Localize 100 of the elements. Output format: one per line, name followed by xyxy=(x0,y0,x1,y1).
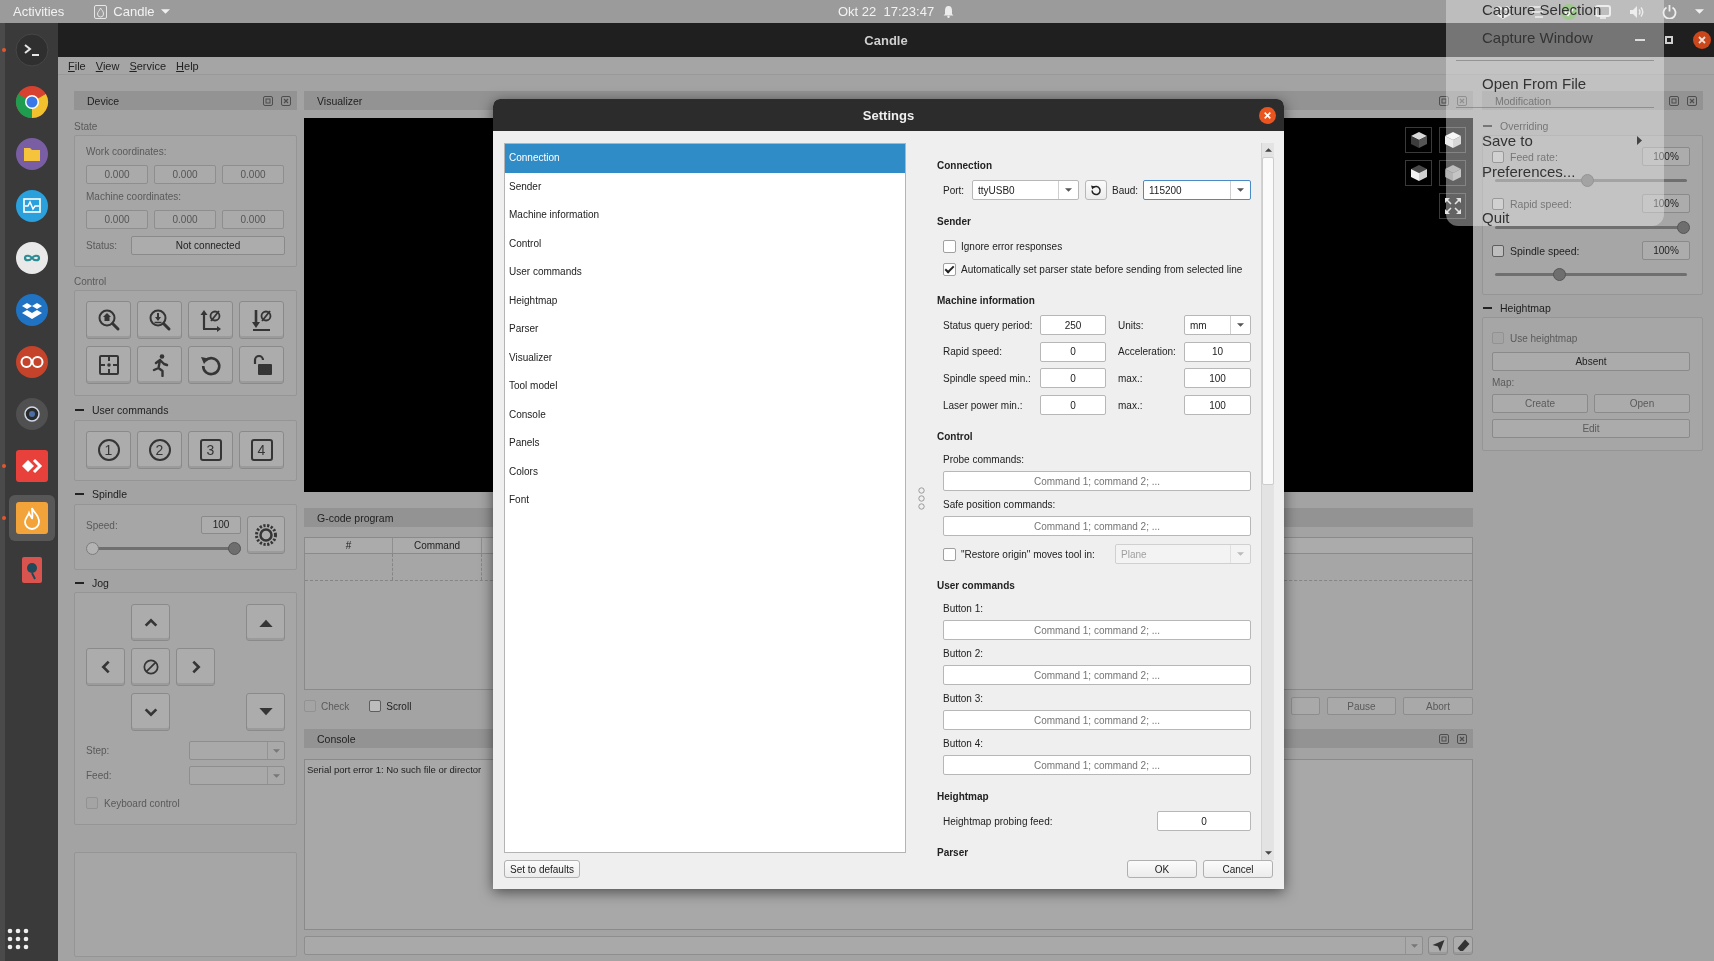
settings-list-item[interactable]: Font xyxy=(505,486,905,515)
command-input[interactable]: Command 1; command 2; ... xyxy=(943,620,1251,641)
float-icon[interactable] xyxy=(1669,95,1679,106)
command-input[interactable]: Command 1; command 2; ... xyxy=(943,516,1251,537)
checkbox[interactable] xyxy=(1492,197,1504,210)
refresh-button[interactable] xyxy=(1085,180,1107,200)
menu-item[interactable]: View xyxy=(95,59,120,72)
checkbox[interactable] xyxy=(1492,244,1504,257)
float-icon[interactable] xyxy=(263,95,273,106)
command-input[interactable]: Command 1; command 2; ... xyxy=(943,665,1251,686)
menu-item[interactable]: Preferences... xyxy=(1482,164,1576,179)
menu-item[interactable]: Help xyxy=(176,59,199,72)
settings-list-item[interactable]: Console xyxy=(505,400,905,429)
tool-button[interactable] xyxy=(137,301,182,339)
settings-list-item[interactable]: Sender xyxy=(505,172,905,201)
tool-button[interactable] xyxy=(188,301,233,339)
settings-list-item[interactable]: Control xyxy=(505,229,905,258)
user-command-button[interactable]: 1 xyxy=(86,431,131,469)
menu-item[interactable]: Save to xyxy=(1482,133,1533,148)
heightmap-status-button[interactable]: Absent xyxy=(1492,352,1690,371)
menu-item[interactable]: Service xyxy=(129,59,167,72)
stop-button[interactable] xyxy=(131,648,170,686)
scroll-down-icon[interactable] xyxy=(1264,851,1272,856)
number-field[interactable]: 0 xyxy=(1040,395,1106,416)
user-command-button[interactable]: 3 xyxy=(188,431,233,469)
scroll-up-icon[interactable] xyxy=(1264,148,1272,152)
tool-button[interactable] xyxy=(86,301,131,339)
menu-item[interactable]: Capture Selection xyxy=(1482,2,1602,17)
dialog-button[interactable]: OK xyxy=(1127,860,1197,878)
scrollbar-thumb[interactable] xyxy=(1262,157,1274,485)
clear-button[interactable] xyxy=(1453,936,1473,955)
tool-button[interactable] xyxy=(137,346,182,384)
jog-button[interactable] xyxy=(131,693,170,731)
view-button[interactable] xyxy=(1439,127,1466,153)
close-icon[interactable] xyxy=(1259,106,1276,124)
number-field[interactable]: 10 xyxy=(1184,341,1251,362)
dialog-button[interactable]: Cancel xyxy=(1203,860,1273,878)
command-input[interactable]: Command 1; command 2; ... xyxy=(943,471,1251,492)
port-combo[interactable]: 115200 xyxy=(1143,180,1251,200)
settings-list-item[interactable]: Colors xyxy=(505,457,905,486)
command-input[interactable] xyxy=(304,936,1423,955)
float-icon[interactable] xyxy=(1439,95,1449,106)
settings-list-item[interactable]: Connection xyxy=(505,144,905,173)
settings-list-item[interactable]: Panels xyxy=(505,429,905,458)
scrollbar[interactable] xyxy=(1261,143,1274,861)
slider-thumb[interactable] xyxy=(1677,221,1690,234)
number-field[interactable]: 250 xyxy=(1040,315,1106,335)
user-command-button[interactable]: 4 xyxy=(239,431,284,469)
settings-list-item[interactable]: Visualizer xyxy=(505,343,905,372)
fit-view-button[interactable] xyxy=(1439,193,1466,219)
jog-button[interactable] xyxy=(246,604,285,641)
jog-button[interactable] xyxy=(176,648,215,686)
slider-thumb[interactable] xyxy=(1580,174,1594,187)
command-input[interactable]: Command 1; command 2; ... xyxy=(943,710,1251,731)
checkbox[interactable] xyxy=(943,239,956,253)
spindle-button[interactable] xyxy=(247,516,285,554)
units-combo[interactable]: mm xyxy=(1184,315,1251,335)
column-header[interactable]: # xyxy=(305,538,393,553)
menu-item[interactable]: Open From File xyxy=(1482,75,1587,91)
settings-list-item[interactable]: Parser xyxy=(505,315,905,344)
user-command-button[interactable]: 2 xyxy=(137,431,182,469)
slider-thumb[interactable] xyxy=(1553,268,1567,281)
app-grid-icon[interactable] xyxy=(7,928,29,950)
defaults-button[interactable]: Set to defaults xyxy=(504,860,580,878)
settings-list-item[interactable]: User commands xyxy=(505,258,905,287)
slider-thumb[interactable] xyxy=(228,542,241,555)
number-field[interactable]: 0 xyxy=(1040,368,1106,389)
view-button[interactable] xyxy=(1405,160,1432,186)
tool-button[interactable] xyxy=(239,346,284,384)
number-field[interactable]: 100 xyxy=(1184,395,1251,416)
jog-button[interactable] xyxy=(131,604,170,641)
settings-list-item[interactable]: Tool model xyxy=(505,372,905,401)
menu-item[interactable]: File xyxy=(68,59,86,72)
settings-list-item[interactable]: Heightmap xyxy=(505,286,905,315)
caret-icon[interactable] xyxy=(1695,9,1704,14)
number-field[interactable]: 0 xyxy=(1157,811,1251,832)
dock-app-button[interactable] xyxy=(9,495,55,541)
checkbox[interactable] xyxy=(369,700,382,712)
box-tray-icon[interactable] xyxy=(1495,4,1511,19)
jog-button[interactable] xyxy=(246,693,285,731)
slider-track[interactable] xyxy=(86,542,241,555)
port-combo[interactable]: ttyUSB0 xyxy=(972,180,1079,200)
splitter-handle-icon[interactable] xyxy=(918,486,925,510)
menu-item[interactable]: Quit xyxy=(1482,210,1510,225)
column-header[interactable]: Command xyxy=(393,538,482,553)
jog-button[interactable] xyxy=(86,648,125,686)
view-button[interactable] xyxy=(1405,127,1432,153)
tool-button[interactable] xyxy=(86,346,131,384)
float-icon[interactable] xyxy=(1439,733,1449,744)
speed-field[interactable]: 100 xyxy=(201,516,241,534)
slider-thumb[interactable] xyxy=(86,542,99,555)
tool-button[interactable] xyxy=(188,346,233,384)
send-button[interactable] xyxy=(1428,936,1448,955)
checkbox[interactable] xyxy=(943,262,956,276)
tool-button[interactable] xyxy=(239,301,284,339)
maximize-icon[interactable] xyxy=(1665,36,1673,44)
settings-list-item[interactable]: Machine information xyxy=(505,201,905,230)
number-field[interactable]: 0 xyxy=(1040,341,1106,362)
submenu-arrow-icon[interactable] xyxy=(1637,136,1642,145)
checkbox[interactable] xyxy=(1492,150,1504,163)
